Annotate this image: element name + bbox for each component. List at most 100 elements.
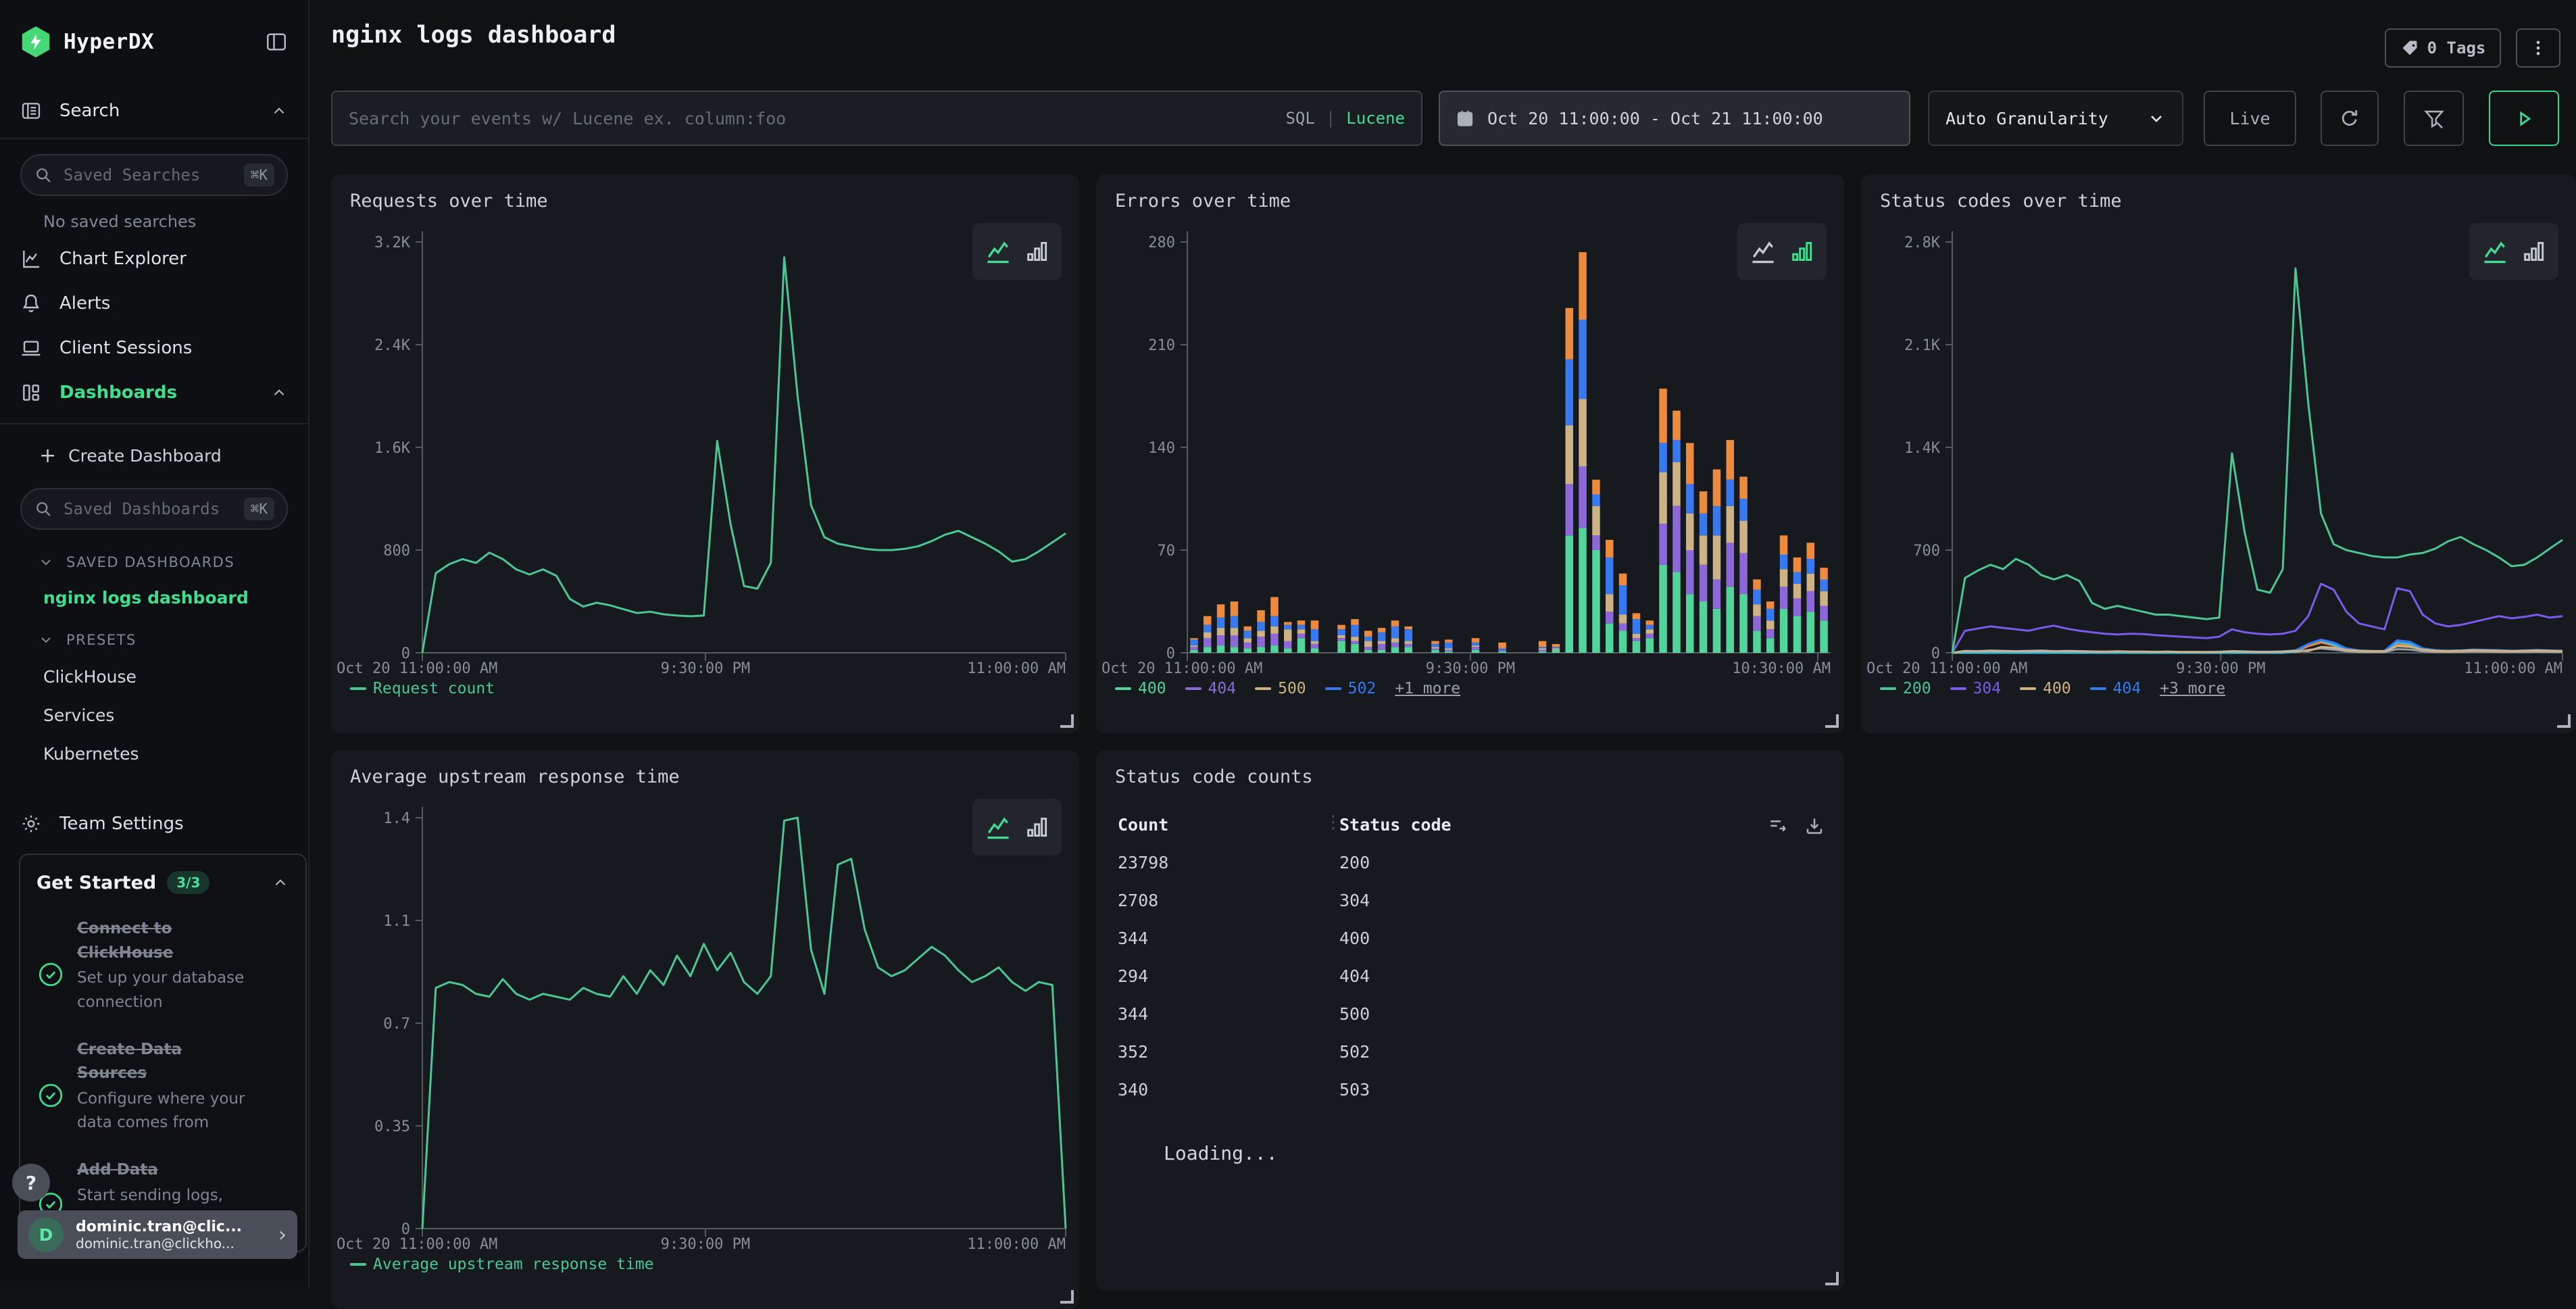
legend-item[interactable]: 502	[1325, 680, 1377, 697]
event-search-input[interactable]	[332, 109, 1421, 128]
create-dashboard-label: Create Dashboard	[68, 446, 222, 466]
saved-searches-field[interactable]	[62, 165, 244, 185]
panel-status-code-counts: Status code counts Count ⋮ Status code 2…	[1096, 750, 1844, 1291]
no-saved-searches-text: No saved searches	[43, 212, 308, 231]
chevron-up-icon[interactable]	[270, 384, 288, 401]
panel-resize-handle[interactable]	[1060, 1290, 1074, 1304]
legend-item[interactable]: 500	[1255, 680, 1306, 697]
date-range-picker[interactable]: Oct 20 11:00:00 - Oct 21 11:00:00	[1439, 91, 1910, 146]
granularity-select[interactable]: Auto Granularity	[1928, 91, 2183, 146]
sidebar-item-alerts[interactable]: Alerts	[0, 281, 308, 326]
saved-dashboards-group-header[interactable]: SAVED DASHBOARDS	[38, 554, 308, 570]
legend-more-link[interactable]: +1 more	[1395, 680, 1460, 697]
legend-item[interactable]: 200	[1880, 680, 1931, 697]
panel-resize-handle[interactable]	[1060, 714, 1074, 728]
table-row[interactable]: 352502	[1096, 1042, 1844, 1080]
table-row[interactable]: 2708304	[1096, 891, 1844, 929]
cell-count: 23798	[1118, 853, 1168, 872]
more-options-button[interactable]	[2516, 28, 2560, 68]
saved-dashboards-field[interactable]	[62, 499, 244, 519]
sidebar-dashboard-nginx-logs[interactable]: nginx logs dashboard	[43, 588, 308, 608]
svg-text:9:30:00 PM: 9:30:00 PM	[2176, 660, 2265, 677]
sidebar-section-search[interactable]: Search	[0, 84, 308, 139]
svg-text:140: 140	[1148, 440, 1175, 457]
get-started-step[interactable]: Create Data Sources Configure where your…	[36, 1038, 289, 1136]
legend-item[interactable]: 400	[2020, 680, 2071, 697]
errors-chart[interactable]: 280210140700Oct 20 11:00:00 AM9:30:00 PM…	[1096, 174, 1844, 733]
legend-item[interactable]: 404	[2090, 680, 2141, 697]
get-started-step[interactable]: Connect to ClickHouse Set up your databa…	[36, 917, 289, 1015]
svg-text:3.2K: 3.2K	[374, 234, 411, 251]
search-icon	[34, 499, 53, 518]
chevron-down-icon	[38, 554, 54, 570]
status-codes-chart[interactable]: 2.8K2.1K1.4K7000Oct 20 11:00:00 AM9:30:0…	[1861, 174, 2576, 733]
legend-more-link[interactable]: +3 more	[2160, 680, 2225, 697]
chart-legend: Request count	[350, 680, 495, 697]
user-menu[interactable]: D dominic.tran@clic... dominic.tran@clic…	[18, 1210, 297, 1259]
svg-text:Oct 20 11:00:00 AM: Oct 20 11:00:00 AM	[337, 1236, 497, 1253]
team-settings-button[interactable]: Team Settings	[0, 801, 308, 846]
column-header-count[interactable]: Count	[1118, 815, 1168, 835]
upstream-response-chart[interactable]: 1.41.10.70.350Oct 20 11:00:00 AM9:30:00 …	[331, 750, 1079, 1309]
presets-group-header[interactable]: PRESETS	[38, 632, 308, 648]
search-icon	[34, 166, 53, 184]
step-title: Add Data	[77, 1161, 158, 1179]
sidebar-preset-clickhouse[interactable]: ClickHouse	[43, 667, 308, 687]
sidebar-item-client-sessions[interactable]: Client Sessions	[0, 326, 308, 370]
legend-item[interactable]: Average upstream response time	[350, 1256, 653, 1273]
column-header-status-code[interactable]: Status code	[1339, 815, 1452, 835]
chart-explorer-icon	[20, 248, 42, 270]
user-email: dominic.tran@clickho...	[76, 1235, 278, 1252]
brand-name: HyperDX	[64, 30, 154, 54]
saved-searches-input[interactable]: ⌘K	[20, 154, 288, 196]
sort-columns-icon[interactable]	[1767, 815, 1789, 837]
svg-text:11:00:00 AM: 11:00:00 AM	[2464, 660, 2562, 677]
filter-button[interactable]	[2404, 91, 2464, 146]
live-button[interactable]: Live	[2204, 91, 2296, 146]
shortcut-badge: ⌘K	[244, 497, 274, 520]
help-button[interactable]: ?	[12, 1164, 50, 1202]
event-search-bar[interactable]: SQL | Lucene	[331, 91, 1422, 146]
download-icon[interactable]	[1804, 815, 1825, 837]
table-row[interactable]: 23798200	[1096, 853, 1844, 891]
cell-status-code: 404	[1339, 966, 1370, 986]
avatar: D	[28, 1217, 64, 1252]
cell-status-code: 503	[1339, 1080, 1370, 1100]
panel-resize-handle[interactable]	[1825, 1272, 1839, 1285]
panel-errors-over-time: Errors over time 280210140700Oct 20 11:0…	[1096, 174, 1844, 733]
table-header: Count ⋮ Status code	[1096, 815, 1844, 850]
tags-button[interactable]: 0 Tags	[2385, 28, 2501, 68]
panel-resize-handle[interactable]	[2557, 714, 2571, 728]
sidebar-item-label: Dashboards	[59, 382, 177, 403]
table-row[interactable]: 344500	[1096, 1004, 1844, 1042]
chevron-up-icon[interactable]	[270, 102, 288, 120]
sql-mode-button[interactable]: SQL	[1285, 109, 1314, 128]
legend-item[interactable]: 400	[1115, 680, 1166, 697]
refresh-button[interactable]	[2321, 91, 2379, 146]
panel-resize-handle[interactable]	[1825, 714, 1839, 728]
table-row[interactable]: 294404	[1096, 966, 1844, 1004]
create-dashboard-button[interactable]: + Create Dashboard	[0, 434, 308, 477]
lucene-mode-button[interactable]: Lucene	[1346, 109, 1405, 128]
sidebar-preset-kubernetes[interactable]: Kubernetes	[43, 744, 308, 764]
svg-text:9:30:00 PM: 9:30:00 PM	[1426, 660, 1515, 677]
calendar-icon	[1455, 108, 1475, 128]
check-circle-icon	[36, 935, 65, 1015]
table-row[interactable]: 340503	[1096, 1080, 1844, 1118]
svg-text:2.4K: 2.4K	[374, 337, 411, 354]
saved-dashboards-input[interactable]: ⌘K	[20, 488, 288, 530]
svg-text:Oct 20 11:00:00 AM: Oct 20 11:00:00 AM	[1866, 660, 2027, 677]
collapse-sidebar-icon[interactable]	[265, 30, 288, 53]
sidebar-item-chart-explorer[interactable]: Chart Explorer	[0, 237, 308, 281]
svg-text:9:30:00 PM: 9:30:00 PM	[661, 1236, 750, 1253]
legend-item[interactable]: 304	[1950, 680, 2002, 697]
sidebar-preset-services[interactable]: Services	[43, 706, 308, 725]
svg-text:9:30:00 PM: 9:30:00 PM	[661, 660, 750, 677]
legend-item[interactable]: Request count	[350, 680, 495, 697]
requests-chart[interactable]: 3.2K2.4K1.6K8000Oct 20 11:00:00 AM9:30:0…	[331, 174, 1079, 733]
chevron-up-icon[interactable]	[272, 874, 289, 891]
sidebar-item-dashboards[interactable]: Dashboards	[0, 370, 308, 415]
table-row[interactable]: 344400	[1096, 929, 1844, 966]
legend-item[interactable]: 404	[1185, 680, 1237, 697]
run-query-button[interactable]	[2489, 91, 2559, 146]
